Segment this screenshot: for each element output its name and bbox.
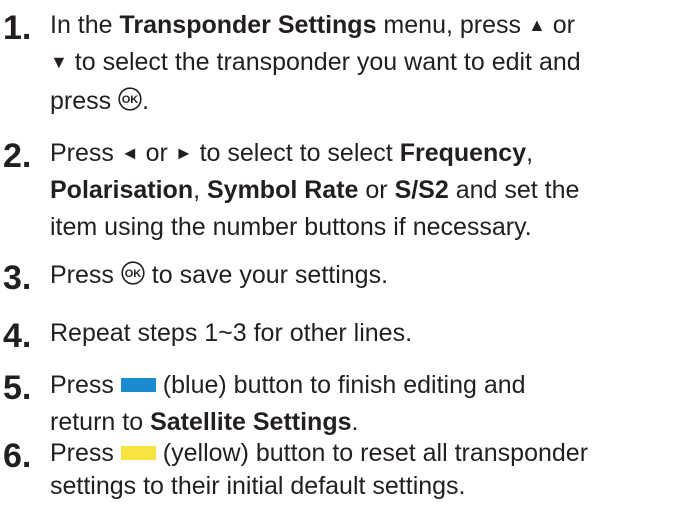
step-text-line: In the Transponder Settings menu, press …	[50, 11, 575, 39]
step-text-line: Press ◄ or ► to select to select Frequen…	[50, 139, 534, 167]
step-number: 4.	[3, 317, 32, 355]
step-text-line: item using the number buttons if necessa…	[50, 213, 532, 241]
item-polarisation: Polarisation	[50, 176, 194, 204]
menu-name-satellite-settings: Satellite Settings	[150, 408, 352, 436]
step-text-line: Press (blue) button to finish editing an…	[50, 371, 526, 399]
step-text-line: press OK.	[50, 87, 150, 115]
ok-button-icon: OK	[118, 87, 142, 111]
item-symbol-rate: Symbol Rate	[207, 176, 359, 204]
right-arrow-icon: ►	[174, 143, 193, 163]
step-text-line: ▼ to select the transponder you want to …	[50, 48, 581, 76]
step-text-line: Press OK to save your settings.	[50, 261, 389, 289]
blue-button-icon	[120, 378, 156, 392]
ok-button-icon: OK	[121, 261, 145, 285]
step-text-line: settings to their initial default settin…	[50, 472, 466, 500]
down-arrow-icon: ▼	[50, 52, 68, 72]
svg-text:OK: OK	[122, 94, 139, 106]
step-text-line: Press (yellow) button to reset all trans…	[50, 439, 589, 467]
left-arrow-icon: ◄	[120, 143, 139, 163]
item-frequency: Frequency	[399, 139, 527, 167]
item-s-s2: S/S2	[394, 176, 449, 204]
step-text-line: Repeat steps 1~3 for other lines.	[50, 319, 413, 347]
menu-name-transponder-settings: Transponder Settings	[119, 11, 377, 39]
step-number: 3.	[3, 259, 32, 297]
step-number: 2.	[3, 137, 32, 175]
step-number: 1.	[3, 9, 32, 47]
step-text-line: Polarisation, Symbol Rate or S/S2 and se…	[50, 176, 580, 204]
svg-text:OK: OK	[125, 268, 142, 280]
up-arrow-icon: ▲	[527, 15, 546, 35]
step-number: 6.	[3, 437, 32, 475]
yellow-button-icon	[120, 446, 156, 460]
step-number: 5.	[3, 369, 32, 407]
manual-page: { "colors": { "blue_button": "#1a8ad1", …	[0, 0, 681, 500]
